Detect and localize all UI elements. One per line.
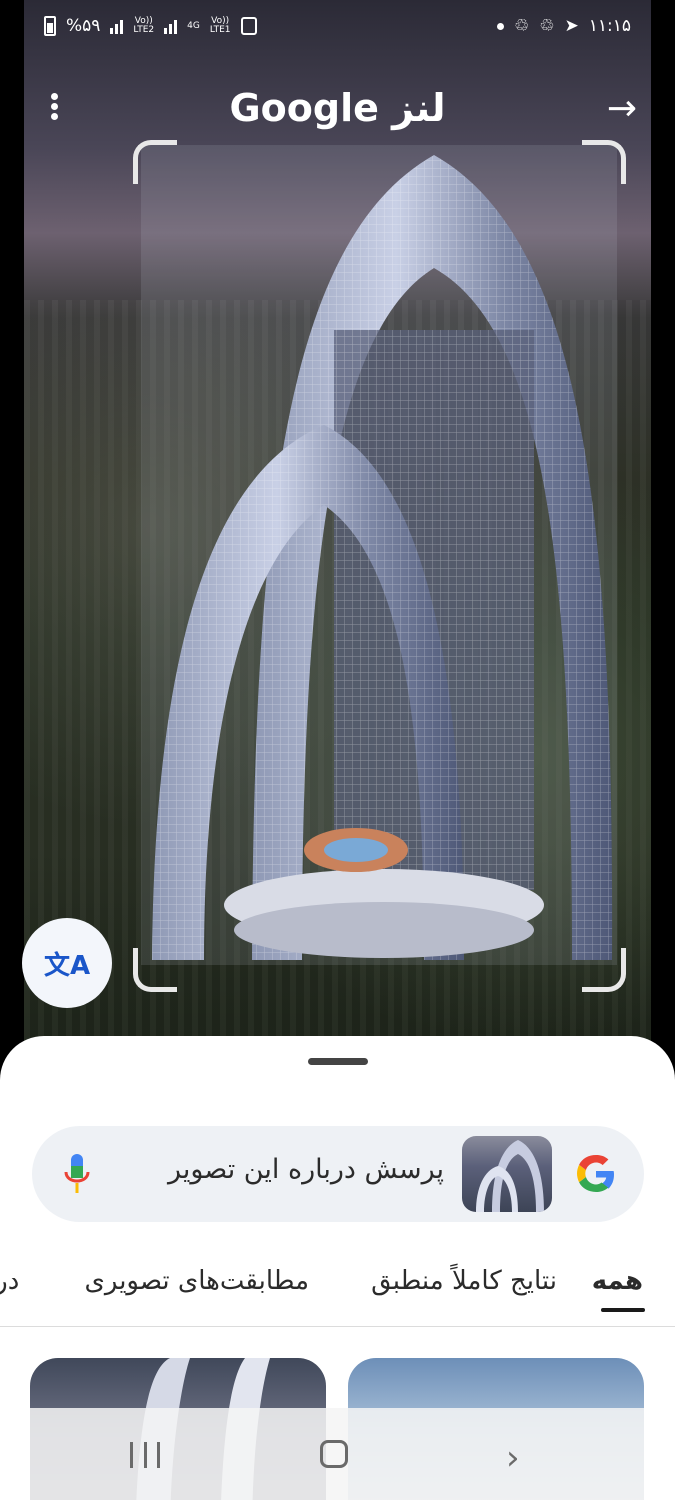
status-bar: %۵۹ Vo)) LTE2 4G Vo)) LTE1 ♲ ♲ ➤ ۱۱:۱۵ [0,0,675,56]
active-tab-indicator [601,1308,645,1312]
arrow-forward-icon[interactable]: → [607,88,637,129]
notification-dot-icon [496,22,504,30]
search-query[interactable]: پرسش درباره این تصویر [168,1154,444,1185]
search-bar[interactable]: پرسش درباره این تصویر [32,1126,644,1222]
signal-icon [164,18,178,34]
save-mode-icon [240,17,257,35]
sim1-label: Vo)) LTE1 [209,16,231,35]
google-g-icon [577,1155,614,1192]
status-right: ♲ ♲ ➤ ۱۱:۱۵ [496,16,631,36]
lens-header: Google لنز → [0,80,675,140]
crop-handle-top-right[interactable] [582,140,626,184]
home-icon[interactable] [320,1440,348,1468]
tab-all[interactable]: همه [592,1266,643,1296]
signal-icon [110,18,124,34]
network-type: 4G [187,20,200,31]
back-icon[interactable]: › [506,1438,520,1478]
lens-title: Google لنز [229,86,446,130]
status-left: %۵۹ Vo)) LTE2 4G Vo)) LTE1 [44,16,257,36]
sync-icon: ♲ [539,16,555,36]
crop-handle-top-left[interactable] [133,140,177,184]
drag-handle[interactable] [308,1058,368,1065]
tab-about[interactable]: دربا [0,1266,19,1296]
sync-icon: ♲ [513,16,530,36]
arch-towers-image [141,145,617,965]
battery-icon [44,16,56,36]
mic-icon[interactable] [62,1152,92,1196]
tab-visual-matches[interactable]: مطابقت‌های تصویری [85,1266,310,1296]
lens-screen: %۵۹ Vo)) LTE2 4G Vo)) LTE1 ♲ ♲ ➤ ۱۱:۱۵ Goo… [0,0,675,1500]
result-tabs: همه نتایج کاملاً منطبق مطابقت‌های تصویری… [0,1258,675,1312]
tab-exact-matches[interactable]: نتایج کاملاً منطبق [371,1266,557,1296]
battery-level: %۵۹ [66,16,101,36]
sim2-label: Vo)) LTE2 [133,16,155,35]
query-image-thumbnail[interactable] [462,1136,552,1212]
telegram-icon: ➤ [564,16,579,36]
navigation-bar: › [30,1408,644,1500]
divider [0,1326,675,1327]
crop-handle-bottom-right[interactable] [582,948,626,992]
translate-button[interactable]: 文A [22,918,112,1008]
captured-photo [24,0,651,1060]
translate-icon: 文A [43,950,91,981]
clock: ۱۱:۱۵ [588,16,631,36]
crop-handle-bottom-left[interactable] [133,948,177,992]
recent-apps-icon[interactable] [130,1442,160,1468]
